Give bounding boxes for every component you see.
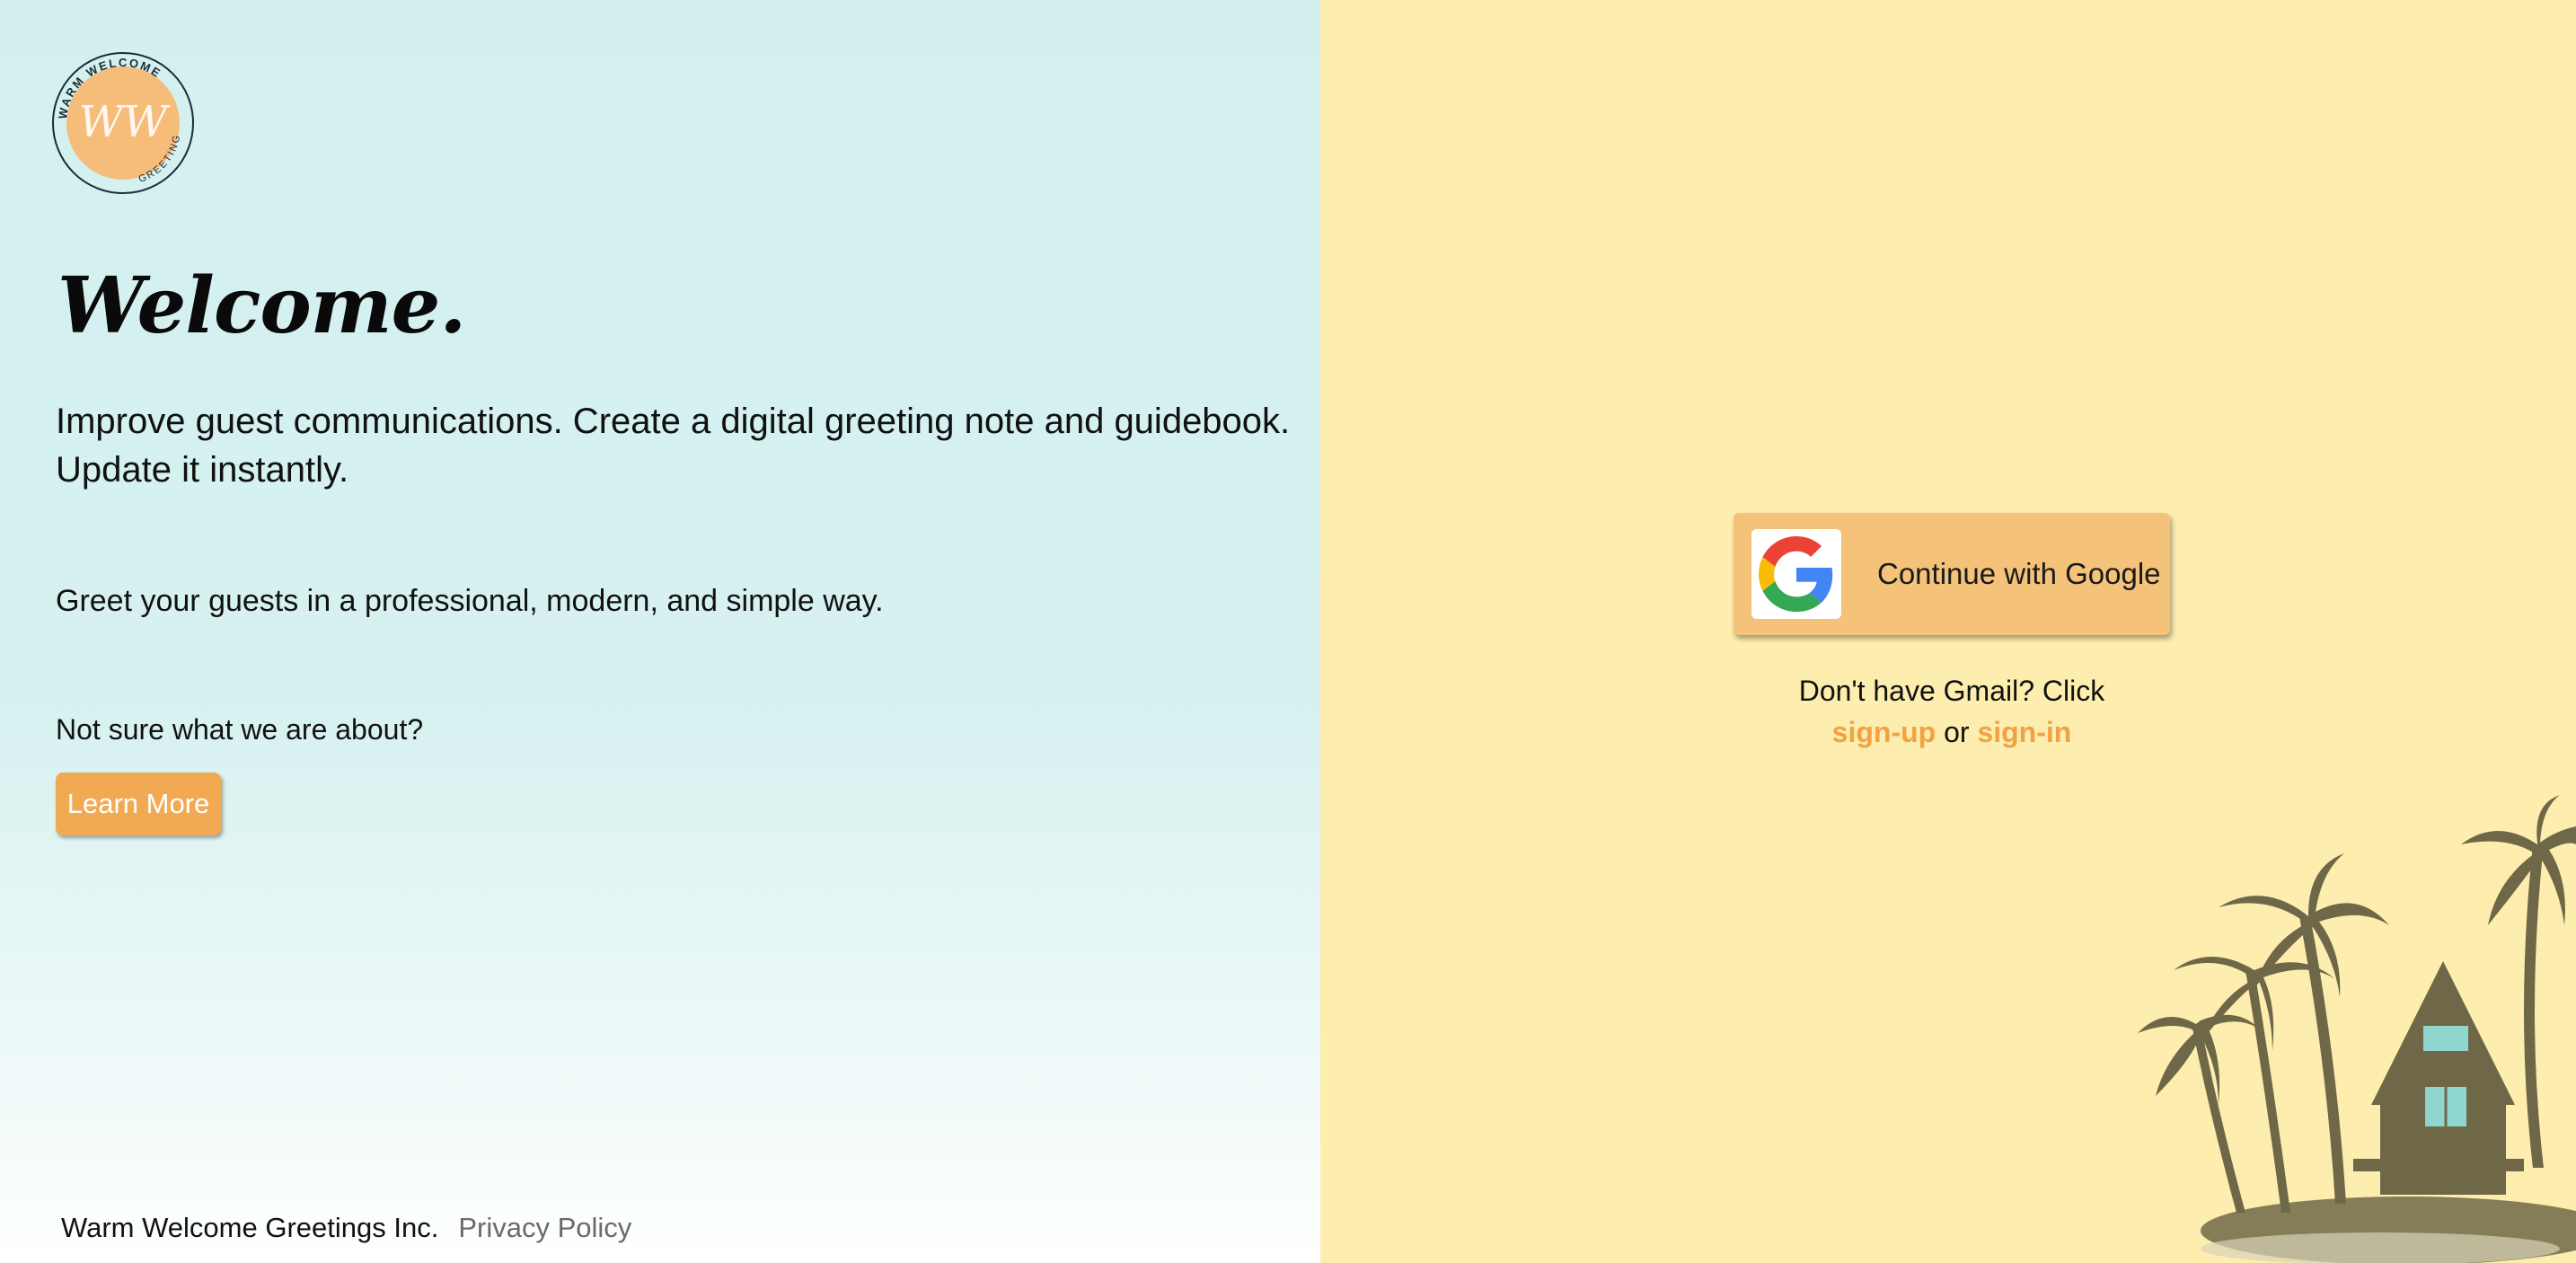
footer: Warm Welcome Greetings Inc. Privacy Poli… [61,1212,631,1244]
learn-more-button[interactable]: Learn More [56,773,221,835]
tagline-text: Greet your guests in a professional, mod… [56,584,884,618]
google-button-label: Continue with Google [1877,557,2161,590]
alternate-auth-prompt: Don't have Gmail? Click [1798,675,2105,707]
alternate-auth-text: Don't have Gmail? Click sign-up or sign-… [1734,670,2170,753]
logo-monogram: WW [79,97,171,147]
privacy-policy-link[interactable]: Privacy Policy [458,1212,631,1244]
auth-panel: Continue with Google Don't have Gmail? C… [1320,0,2576,1263]
continue-with-google-button[interactable]: Continue with Google [1734,513,2170,635]
sign-up-link[interactable]: sign-up [1832,716,1936,748]
or-text: or [1944,716,1970,748]
learn-more-prompt: Not sure what we are about? [56,713,424,746]
login-page: WARM WELCOME GREETINGS WW Welcome. Impro… [0,0,2576,1263]
page-title: Welcome. [57,261,466,351]
warm-welcome-logo: WARM WELCOME GREETINGS WW [47,47,194,194]
intro-text: Improve guest communications. Create a d… [56,402,1291,490]
sign-in-link[interactable]: sign-in [1977,716,2071,748]
google-g-icon [1759,536,1833,612]
company-name: Warm Welcome Greetings Inc. [61,1212,439,1243]
island-hut-illustration [2138,795,2576,1263]
intro-panel: WARM WELCOME GREETINGS WW Welcome. Impro… [0,0,1320,1263]
google-icon-box [1751,529,1841,619]
